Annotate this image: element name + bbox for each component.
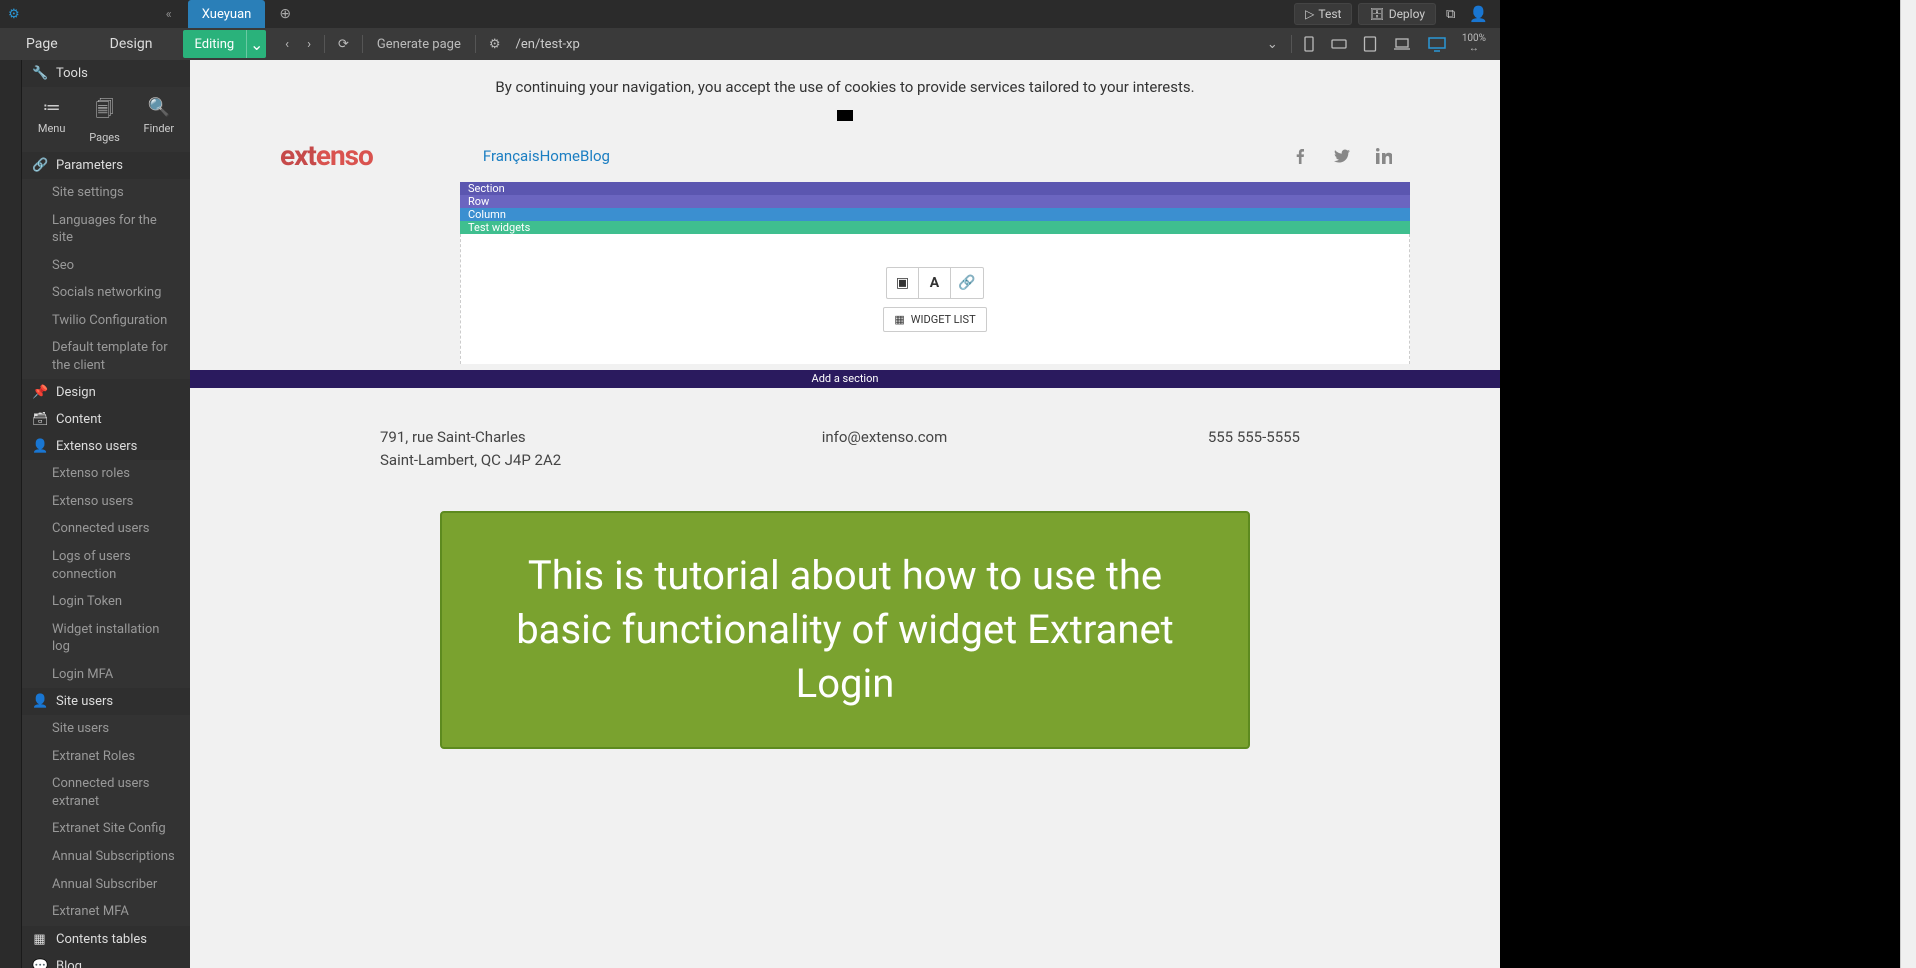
sidebar-item[interactable]: Connected users extranet	[22, 770, 190, 815]
tool-finder[interactable]: 🔍Finder	[144, 97, 175, 144]
generate-page-button[interactable]: Generate page	[367, 37, 471, 52]
sidebar-item[interactable]: Connected users	[22, 515, 190, 543]
nav-link[interactable]: Blog	[580, 147, 610, 165]
external-link-icon[interactable]: ⧉	[1442, 3, 1459, 26]
editing-mode-button[interactable]: Editing	[183, 30, 247, 58]
widget-list-button[interactable]: ▦ WIDGET LIST	[883, 307, 986, 332]
device-tablet-icon[interactable]	[1356, 32, 1384, 56]
widget-drop-zone[interactable]: ▣ A 🔗 ▦ WIDGET LIST	[460, 234, 1410, 364]
sidebar-section-blog[interactable]: 💬Blog	[22, 953, 190, 968]
sidebar-section-parameters[interactable]: 🔗Parameters	[22, 152, 190, 179]
nav-link[interactable]: Français	[483, 147, 540, 165]
zoom-level[interactable]: 100%↔	[1456, 34, 1492, 54]
structure-section[interactable]: Section	[460, 182, 1410, 195]
sidebar-item[interactable]: Default template for the client	[22, 334, 190, 379]
add-tab-icon[interactable]: ⊕	[279, 6, 291, 22]
tutorial-overlay: This is tutorial about how to use the ba…	[440, 511, 1250, 749]
collapse-icon[interactable]: «	[166, 7, 172, 22]
path-dropdown-icon[interactable]: ⌄	[1258, 30, 1287, 58]
test-button[interactable]: ▷ Test	[1294, 3, 1352, 25]
footer-address: 791, rue Saint-Charles Saint-Lambert, QC…	[380, 426, 561, 471]
nav-back-icon[interactable]: ‹	[276, 30, 298, 58]
sidebar-item[interactable]: Extenso users	[22, 488, 190, 516]
sidebar-item[interactable]: Twilio Configuration	[22, 307, 190, 335]
device-desktop-icon[interactable]	[1420, 33, 1454, 56]
sidebar-item[interactable]: Annual Subscriber	[22, 871, 190, 899]
sidebar-item[interactable]: Logs of users connection	[22, 543, 190, 588]
sidebar-section-contents tables[interactable]: ▦Contents tables	[22, 926, 190, 953]
editing-mode-dropdown[interactable]: ⌄	[246, 30, 266, 58]
sidebar-item[interactable]: Site settings	[22, 179, 190, 207]
settings-icon[interactable]: ⚙	[8, 7, 20, 22]
page-settings-icon[interactable]: ⚙	[480, 30, 510, 58]
device-phone-landscape-icon[interactable]	[1324, 34, 1354, 54]
insert-image-icon[interactable]: ▣	[887, 268, 919, 298]
hamburger-icon[interactable]	[837, 110, 853, 121]
sidebar-item[interactable]: Extranet MFA	[22, 898, 190, 926]
cookie-notice: By continuing your navigation, you accep…	[190, 60, 1500, 104]
deploy-button[interactable]: 🗄 Deploy	[1358, 3, 1436, 25]
tool-pages[interactable]: 🗐Pages	[89, 97, 120, 144]
sidebar-item[interactable]: Extranet Roles	[22, 743, 190, 771]
footer-phone: 555 555-5555	[1208, 426, 1300, 471]
footer-email: info@extenso.com	[822, 426, 948, 471]
refresh-icon[interactable]: ⟳	[329, 30, 358, 58]
twitter-icon[interactable]	[1334, 148, 1350, 164]
site-nav: FrançaisHomeBlog	[483, 147, 610, 165]
nav-forward-icon[interactable]: ›	[298, 30, 320, 58]
toolbar-tab-page[interactable]: Page	[0, 28, 84, 60]
sidebar-item[interactable]: Widget installation log	[22, 616, 190, 661]
sidebar-section-site users[interactable]: 👤Site users	[22, 688, 190, 715]
sidebar-section-tools[interactable]: 🔧Tools	[22, 60, 190, 87]
sidebar-item[interactable]: Seo	[22, 252, 190, 280]
user-menu-icon[interactable]: 👤	[1465, 1, 1492, 27]
sidebar-section-content[interactable]: 🗃Content	[22, 406, 190, 433]
sidebar-item[interactable]: Login Token	[22, 588, 190, 616]
sidebar-item[interactable]: Languages for the site	[22, 207, 190, 252]
url-path: /en/test-xp	[516, 37, 580, 52]
sidebar-item[interactable]: Socials networking	[22, 279, 190, 307]
left-rail	[0, 60, 22, 968]
linkedin-icon[interactable]	[1376, 148, 1392, 164]
structure-widget[interactable]: Test widgets	[460, 221, 1410, 234]
sidebar-item[interactable]: Site users	[22, 715, 190, 743]
site-logo: extenso	[280, 139, 373, 172]
sidebar-section-extenso users[interactable]: 👤Extenso users	[22, 433, 190, 460]
tool-menu[interactable]: ≔Menu	[38, 97, 66, 144]
sidebar-item[interactable]: Login MFA	[22, 661, 190, 689]
add-section-button[interactable]: Add a section	[190, 370, 1500, 388]
sidebar-item[interactable]: Annual Subscriptions	[22, 843, 190, 871]
sidebar-item[interactable]: Extenso roles	[22, 460, 190, 488]
tab-active[interactable]: Xueyuan	[188, 0, 266, 28]
sidebar-section-design[interactable]: 📌Design	[22, 379, 190, 406]
insert-link-icon[interactable]: 🔗	[951, 268, 983, 298]
insert-text-icon[interactable]: A	[919, 268, 951, 298]
nav-link[interactable]: Home	[540, 147, 580, 165]
sidebar-item[interactable]: Extranet Site Config	[22, 815, 190, 843]
facebook-icon[interactable]	[1292, 148, 1308, 164]
device-phone-icon[interactable]	[1296, 32, 1322, 56]
structure-row[interactable]: Row	[460, 195, 1410, 208]
structure-column[interactable]: Column	[460, 208, 1410, 221]
device-laptop-icon[interactable]	[1386, 33, 1418, 55]
toolbar-tab-design[interactable]: Design	[84, 28, 179, 60]
